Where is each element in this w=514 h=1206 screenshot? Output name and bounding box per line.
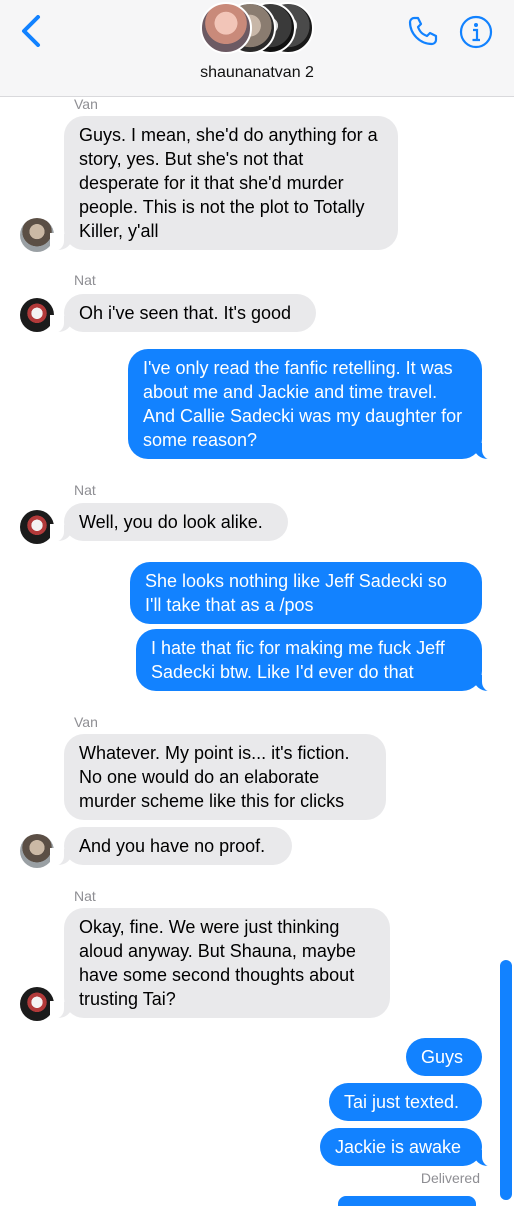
info-icon[interactable] (458, 14, 494, 50)
message-bubble[interactable]: Guys (406, 1038, 482, 1076)
conversation-header: shaunanatvan 2 (0, 0, 514, 97)
message-bubble[interactable]: I hate that fic for making me fuck Jeff … (136, 629, 496, 692)
sender-name: Nat (74, 888, 96, 904)
message-bubble[interactable]: Well, you do look alike. (50, 503, 288, 542)
sender-avatar[interactable] (20, 218, 54, 252)
message-bubble[interactable]: She looks nothing like Jeff Sadecki so I… (130, 562, 482, 624)
phone-icon[interactable] (406, 14, 440, 48)
message-bubble[interactable]: Okay, fine. We were just thinking aloud … (50, 908, 390, 1019)
back-chevron-icon[interactable] (14, 14, 48, 48)
sender-name: Van (74, 714, 98, 730)
sender-avatar[interactable] (20, 834, 54, 868)
group-name[interactable]: shaunanatvan 2 (0, 64, 514, 82)
sender-name: Van (74, 96, 98, 112)
delivered-status: Delivered (420, 1170, 480, 1186)
avatar (200, 2, 252, 54)
sender-name: Nat (74, 272, 96, 288)
scrollbar[interactable] (500, 960, 512, 1200)
sender-name: Nat (74, 482, 96, 498)
sender-avatar[interactable] (20, 510, 54, 544)
message-bubble[interactable]: Oh i've seen that. It's good (50, 294, 316, 333)
message-bubble[interactable]: And you have no proof. (50, 827, 292, 866)
message-bubble-partial[interactable] (338, 1196, 476, 1206)
sender-avatar[interactable] (20, 987, 54, 1021)
message-bubble[interactable]: Tai just texted. (329, 1083, 482, 1121)
message-bubble[interactable]: Guys. I mean, she'd do anything for a st… (50, 116, 398, 251)
group-avatars[interactable] (200, 2, 314, 58)
message-bubble[interactable]: Jackie is awake (320, 1128, 496, 1167)
message-bubble[interactable]: I've only read the fanfic retelling. It … (128, 349, 496, 460)
sender-avatar[interactable] (20, 298, 54, 332)
message-bubble[interactable]: Whatever. My point is... it's fiction. N… (64, 734, 386, 820)
